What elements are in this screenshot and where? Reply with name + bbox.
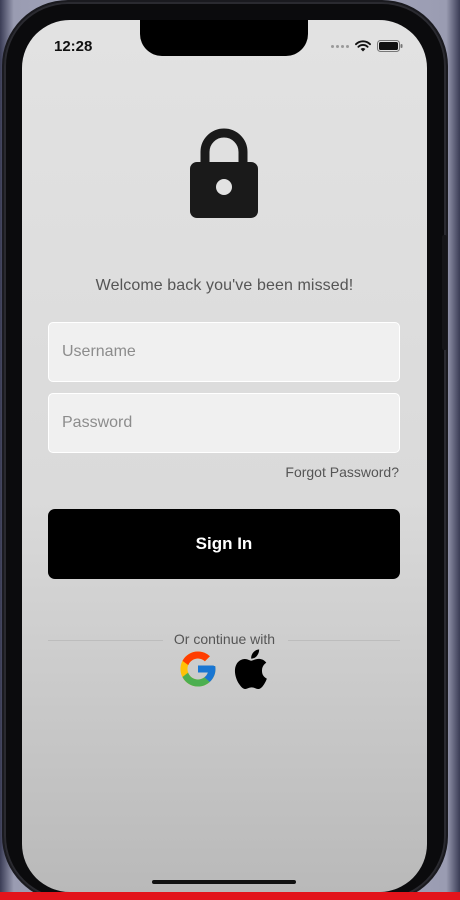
or-continue-with: Or continue with <box>173 631 276 647</box>
sign-in-button[interactable]: Sign In <box>48 509 400 579</box>
apple-icon <box>234 649 267 690</box>
app-screen: 12:28 Welcome back you've been missed! F… <box>22 20 427 892</box>
apple-sign-in-button[interactable] <box>228 647 272 691</box>
side-button <box>442 235 447 350</box>
status-icons <box>331 40 403 52</box>
wifi-icon <box>355 40 371 52</box>
status-time: 12:28 <box>54 38 93 55</box>
video-progress-bar <box>0 892 460 900</box>
password-input[interactable] <box>48 393 400 453</box>
notch <box>140 20 308 56</box>
lock-icon <box>188 126 260 218</box>
google-sign-in-button[interactable] <box>176 647 220 691</box>
username-input[interactable] <box>48 322 400 382</box>
google-icon <box>180 651 216 687</box>
battery-icon <box>377 40 403 52</box>
signal-dots-icon <box>331 44 349 48</box>
divider-line-right <box>288 640 400 641</box>
forgot-password-link[interactable]: Forgot Password? <box>285 464 399 480</box>
welcome-message: Welcome back you've been missed! <box>95 277 354 294</box>
home-indicator <box>152 880 296 884</box>
